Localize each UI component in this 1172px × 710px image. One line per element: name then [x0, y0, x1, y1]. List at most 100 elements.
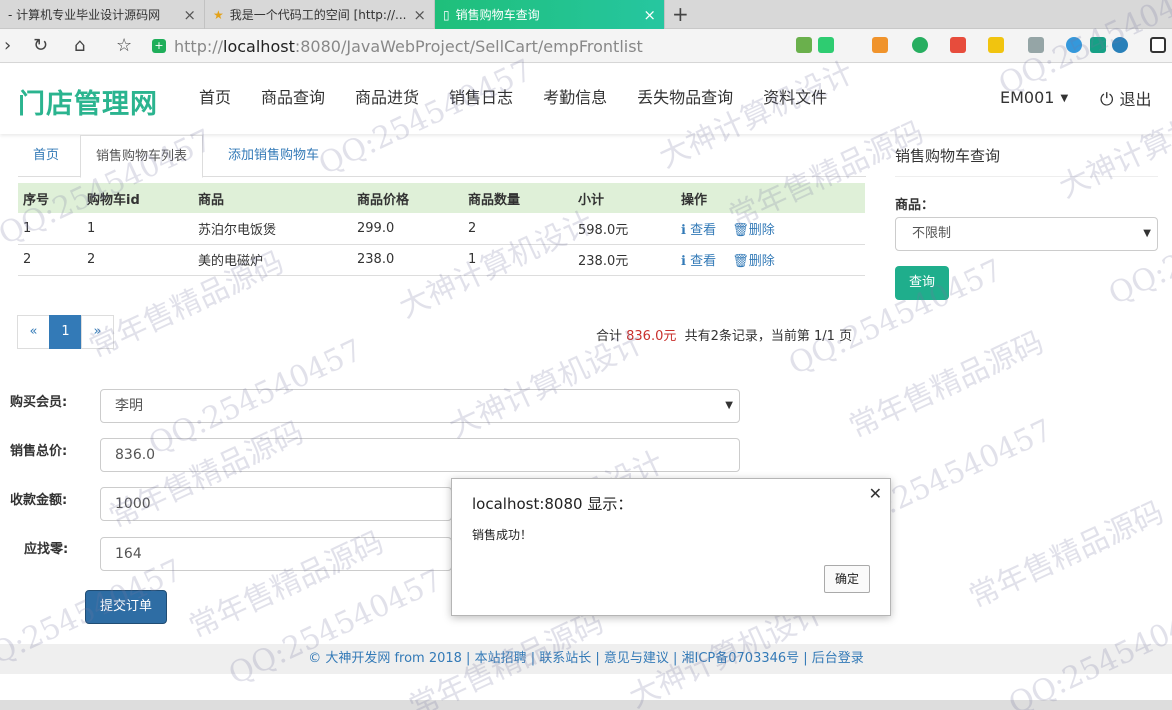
page-next[interactable]: »: [81, 315, 114, 349]
caret-down-icon: ▼: [1060, 93, 1069, 104]
url-prefix: http://: [174, 36, 224, 56]
nav-item-files[interactable]: 资料文件: [748, 64, 842, 134]
alert-dialog: localhost:8080 显示： ✕ 销售成功！ 确定: [451, 478, 891, 616]
submit-order-button[interactable]: 提交订单: [85, 590, 167, 624]
site-logo[interactable]: 门店管理网: [18, 82, 158, 121]
cell-subtotal: 238.0元: [573, 244, 676, 276]
table-row: 1 1 苏泊尔电饭煲 299.0 2 598.0元 ℹ 查看 🗑删除: [18, 213, 865, 245]
extension-icon[interactable]: [988, 37, 1004, 53]
pagination: « 1 »: [17, 315, 114, 349]
user-menu[interactable]: EM001 ▼: [1000, 88, 1068, 107]
logout-label: 退出: [1119, 90, 1152, 109]
info-icon: ℹ: [681, 222, 686, 238]
page-prev[interactable]: «: [17, 315, 50, 349]
side-panel-title: 销售购物车查询: [895, 145, 1158, 177]
extension-icon[interactable]: [872, 37, 888, 53]
col-id: 购物车id: [82, 183, 193, 213]
search-icon[interactable]: [1066, 37, 1082, 53]
extension-icon[interactable]: [1028, 37, 1044, 53]
extension-icon[interactable]: [950, 37, 966, 53]
extension-icon[interactable]: [796, 37, 812, 53]
close-icon[interactable]: ✕: [869, 484, 882, 503]
site-header: 门店管理网 首页 商品查询 商品进货 销售日志 考勤信息 丢失物品查询 资料文件…: [0, 64, 1172, 134]
cell-price: 238.0: [352, 244, 463, 276]
view-link[interactable]: ℹ 查看: [681, 254, 716, 269]
paid-input[interactable]: 1000: [100, 487, 452, 521]
trash-icon: 🗑: [732, 254, 749, 269]
cell-actions: ℹ 查看 🗑删除: [676, 244, 865, 276]
view-label: 查看: [690, 222, 717, 238]
info-icon: ℹ: [681, 254, 686, 269]
member-value: 李明: [115, 398, 143, 414]
nav-item-purchase[interactable]: 商品进货: [340, 64, 434, 134]
close-icon[interactable]: ×: [643, 6, 656, 24]
delete-link[interactable]: 🗑删除: [732, 254, 775, 269]
book-icon[interactable]: [1090, 37, 1106, 53]
view-link[interactable]: ℹ 查看: [681, 223, 716, 238]
delete-label: 删除: [748, 222, 775, 238]
close-icon[interactable]: ×: [413, 6, 426, 24]
side-product-select[interactable]: 不限制 ▼: [895, 217, 1158, 251]
nav-item-home[interactable]: 首页: [184, 64, 246, 134]
url-field[interactable]: + http://localhost:8080/JavaWebProject/S…: [152, 33, 842, 59]
delete-link[interactable]: 🗑删除: [732, 223, 775, 238]
change-input[interactable]: 164: [100, 537, 452, 571]
col-no: 序号: [18, 183, 82, 213]
view-label: 查看: [690, 254, 717, 269]
star-outline-icon[interactable]: ☆: [116, 35, 132, 56]
phone-icon[interactable]: [1150, 37, 1166, 53]
col-qty: 商品数量: [463, 183, 573, 213]
nav-item-lost-items[interactable]: 丢失物品查询: [622, 64, 748, 134]
tab-home[interactable]: 首页: [18, 135, 74, 177]
close-icon[interactable]: ×: [183, 6, 196, 24]
shield-icon: +: [152, 39, 166, 53]
home-icon[interactable]: ⌂: [74, 35, 85, 56]
caret-down-icon: ▼: [1143, 228, 1151, 239]
url-host: localhost: [223, 36, 295, 56]
browser-tab-3[interactable]: ▯ 销售购物车查询 ×: [435, 0, 665, 29]
browser-tab-2[interactable]: ★ 我是一个代码工的空间 [http://... ×: [205, 0, 435, 29]
total-input[interactable]: 836.0: [100, 438, 740, 472]
nav-item-attendance[interactable]: 考勤信息: [528, 64, 622, 134]
cell-product: 美的电磁炉: [193, 244, 352, 276]
table-header-row: 序号 购物车id 商品 商品价格 商品数量 小计 操作: [18, 183, 865, 213]
browser-tab-1[interactable]: - 计算机专业毕业设计源码网 ×: [0, 0, 205, 29]
paid-label: 收款金额:: [10, 493, 68, 508]
cell-no: 2: [18, 244, 82, 276]
caret-down-icon: ▼: [725, 400, 733, 411]
query-button[interactable]: 查询: [895, 266, 949, 300]
user-name: EM001: [1000, 88, 1055, 107]
summary-amount: 836.0元: [626, 329, 677, 344]
star-icon: ★: [213, 7, 224, 22]
chevron-right-icon[interactable]: ›: [4, 35, 11, 56]
url-rest: :8080/JavaWebProject/SellCart/empFrontli…: [294, 36, 643, 56]
lightning-icon[interactable]: [818, 37, 834, 53]
cell-id: 2: [82, 244, 193, 276]
nav-item-sales-log[interactable]: 销售日志: [434, 64, 528, 134]
dialog-title: localhost:8080 显示：: [472, 495, 633, 513]
content-tabs: 首页 销售购物车列表 添加销售购物车: [18, 135, 866, 178]
member-select[interactable]: 李明 ▼: [100, 389, 740, 423]
watermark-text: 常年售精品源码: [963, 494, 1170, 616]
cell-subtotal: 598.0元: [573, 213, 676, 245]
nav-item-product-query[interactable]: 商品查询: [246, 64, 340, 134]
minus-circle-icon[interactable]: [1112, 37, 1128, 53]
tab-cart-list[interactable]: 销售购物车列表: [80, 135, 204, 178]
member-label: 购买会员:: [10, 395, 68, 410]
page-current[interactable]: 1: [49, 315, 82, 349]
cell-no: 1: [18, 213, 82, 245]
reload-icon[interactable]: ↻: [33, 35, 48, 56]
cell-actions: ℹ 查看 🗑删除: [676, 213, 865, 245]
tab-add-cart[interactable]: 添加销售购物车: [213, 135, 334, 177]
col-product: 商品: [193, 183, 352, 213]
dialog-ok-button[interactable]: 确定: [824, 565, 870, 593]
logout-link[interactable]: ⏻ 退出: [1100, 86, 1151, 110]
main-nav: 首页 商品查询 商品进货 销售日志 考勤信息 丢失物品查询 资料文件: [184, 64, 842, 134]
trash-icon: 🗑: [732, 222, 749, 238]
change-label: 应找零:: [24, 542, 69, 557]
extension-icon[interactable]: [912, 37, 928, 53]
cart-table: 序号 购物车id 商品 商品价格 商品数量 小计 操作 1 1 苏泊尔电饭煲 2…: [18, 183, 865, 276]
new-tab-icon[interactable]: +: [672, 2, 689, 26]
cell-qty: 2: [463, 213, 573, 245]
address-bar: › ↻ ⌂ ☆ + http://localhost:8080/JavaWebP…: [0, 29, 1172, 63]
